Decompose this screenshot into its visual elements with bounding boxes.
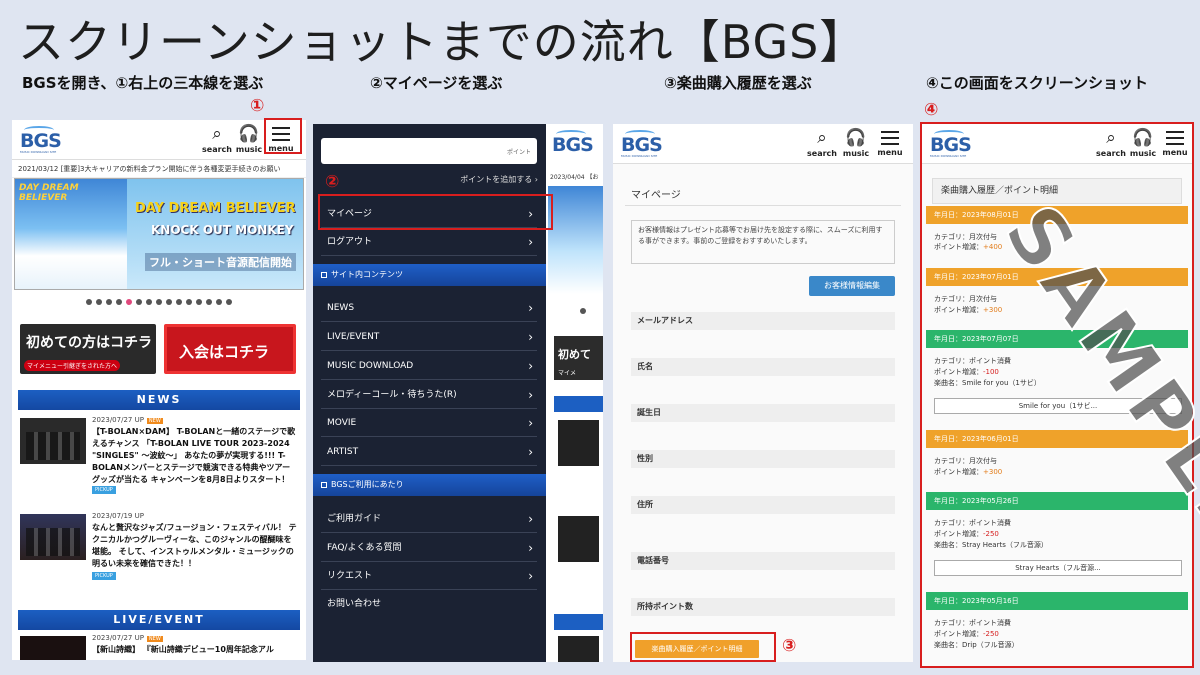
banner-caption: フル・ショート音源配信開始 (145, 253, 296, 271)
bgs-logo[interactable]: BGS MUSIC DOWNLOAD SITE (20, 126, 68, 154)
banner-artist: KNOCK OUT MONKEY (151, 223, 294, 237)
menu-item-logout[interactable]: ログアウト › (321, 228, 537, 256)
step-1-label: BGSを開き、①右上の三本線を選ぶ (22, 74, 264, 92)
menu-item-contact[interactable]: お問い合わせ (321, 590, 537, 618)
menu-item-music-download[interactable]: MUSIC DOWNLOAD › (321, 352, 537, 380)
banner-art-title: DAY DREAM BELIEVER (19, 183, 79, 203)
field-gender: 性別 (631, 450, 895, 468)
menu-icon[interactable]: menu (875, 126, 905, 157)
page-behind-menu: BGS 2023/04/04 【お 初めて マイメ (546, 124, 603, 662)
news-text: なんと贅沢なジャズ/フュージョン・フェスティバル！ テクニカルかつグルーヴィーな… (92, 523, 297, 568)
live-text: 【新山詩織】 『新山詩織デビュー10周年記念アル (92, 645, 274, 654)
field-phone: 電話番号 (631, 552, 895, 570)
headphones-icon[interactable]: 🎧 music (841, 127, 871, 158)
peek-section (554, 396, 603, 412)
menu-item-melody-call[interactable]: メロディーコール・待ちうた(R) › (321, 381, 537, 409)
bgs-logo[interactable]: BGS MUSIC DOWNLOAD SITE (621, 130, 669, 158)
news-header[interactable]: NEWS (18, 390, 300, 410)
step-3-label: ③楽曲購入履歴を選ぶ (664, 74, 812, 92)
step-4-label: ④この画面をスクリーンショット (926, 74, 1148, 92)
marker-4: ④ (924, 100, 939, 120)
field-address: 住所 (631, 496, 895, 514)
site-header: BGS MUSIC DOWNLOAD SITE ⌕ search 🎧 music m… (12, 120, 306, 160)
field-birthday: 誕生日 (631, 404, 895, 422)
menu-item-news[interactable]: NEWS › (321, 294, 537, 322)
bgs-logo: BGS (552, 130, 600, 158)
marker-1: ① (250, 96, 265, 116)
screen-mypage: BGS MUSIC DOWNLOAD SITE ⌕ search 🎧 music m… (613, 124, 913, 662)
search-input[interactable]: ポイント (321, 138, 537, 164)
field-email: メールアドレス (631, 312, 895, 330)
first-time-button[interactable]: 初めての方はコチラ マイメニュー引継ぎをされた方へ (20, 324, 156, 374)
mypage-title: マイページ (625, 178, 901, 206)
news-thumbnail (20, 514, 86, 560)
search-icon[interactable]: ⌕ search (202, 123, 232, 154)
pickup-badge: PICKUP (92, 486, 116, 494)
news-text: 【T-BOLAN×DAM】 T-BOLANと一緒のステージで歌えるチャンス 「T… (92, 427, 296, 484)
menu-item-artist[interactable]: ARTIST › (321, 438, 537, 466)
hero-banner[interactable]: DAY DREAM BELIEVER DAY DREAM BELIEVER KN… (14, 178, 304, 290)
mypage-note: お客様情報はプレゼント応募等でお届け先を設定する際に、スムーズに利用する事ができ… (631, 220, 895, 264)
carousel-dots[interactable] (12, 298, 306, 307)
field-name: 氏名 (631, 358, 895, 376)
menu-section-contents: サイト内コンテンツ (313, 264, 546, 286)
highlight-mypage (318, 194, 553, 230)
live-thumbnail (20, 636, 86, 660)
step-2-label: ②マイページを選ぶ (370, 74, 503, 92)
news-date: 2023/07/19 UP (92, 512, 144, 520)
site-header: BGS MUSIC DOWNLOAD SITE ⌕ search 🎧 music m… (613, 124, 913, 164)
notice-bar[interactable]: 2021/03/12 [重要]3大キャリアの新料金プラン開始に伴う各種変更手続き… (12, 160, 306, 178)
live-date: 2023/07/27 UP NEW (92, 634, 163, 642)
page-title: スクリーンショットまでの流れ【BGS】 (18, 15, 867, 69)
marker-3: ③ (782, 636, 797, 656)
headphones-icon[interactable]: 🎧 music (234, 123, 264, 154)
menu-item-movie[interactable]: MOVIE › (321, 409, 537, 437)
peek-dot (580, 308, 586, 314)
peek-image (558, 636, 599, 662)
news-thumbnail (20, 418, 86, 464)
edit-profile-button[interactable]: お客様情報編集 (809, 276, 895, 296)
live-item[interactable]: 2023/07/27 UP NEW 【新山詩織】 『新山詩織デビュー10周年記念ア… (20, 634, 298, 660)
join-button[interactable]: 入会はコチラ (164, 324, 296, 374)
field-points: 所持ポイント数 (631, 598, 895, 616)
peek-cta: 初めて マイメ (554, 336, 603, 380)
highlight-menu (264, 118, 302, 154)
menu-item-faq[interactable]: FAQ/よくある質問 › (321, 534, 537, 562)
pickup-badge: PICKUP (92, 572, 116, 580)
peek-section (554, 614, 603, 630)
news-item[interactable]: 2023/07/19 UP なんと贅沢なジャズ/フュージョン・フェスティバル！ … (20, 512, 298, 586)
peek-image (558, 516, 599, 562)
marker-2: ② (325, 172, 340, 192)
live-event-header[interactable]: LIVE/EVENT (18, 610, 300, 630)
menu-section-usage: BGSご利用にあたり (313, 474, 546, 496)
banner-song: DAY DREAM BELIEVER (135, 201, 296, 216)
menu-item-request[interactable]: リクエスト › (321, 562, 537, 590)
peek-banner (548, 186, 603, 294)
news-item[interactable]: 2023/07/27 UP NEW 【T-BOLAN×DAM】 T-BOLANと一… (20, 416, 298, 496)
highlight-history (630, 632, 776, 662)
peek-image (558, 420, 599, 466)
menu-item-live-event[interactable]: LIVE/EVENT › (321, 323, 537, 351)
search-icon[interactable]: ⌕ search (807, 127, 837, 158)
screen-home: BGS MUSIC DOWNLOAD SITE ⌕ search 🎧 music m… (12, 120, 306, 660)
add-points-link[interactable]: ポイントを追加する › (460, 174, 538, 185)
peek-notice: 2023/04/04 【お (550, 174, 599, 181)
menu-item-guide[interactable]: ご利用ガイド › (321, 505, 537, 533)
news-date: 2023/07/27 UP NEW (92, 416, 163, 424)
